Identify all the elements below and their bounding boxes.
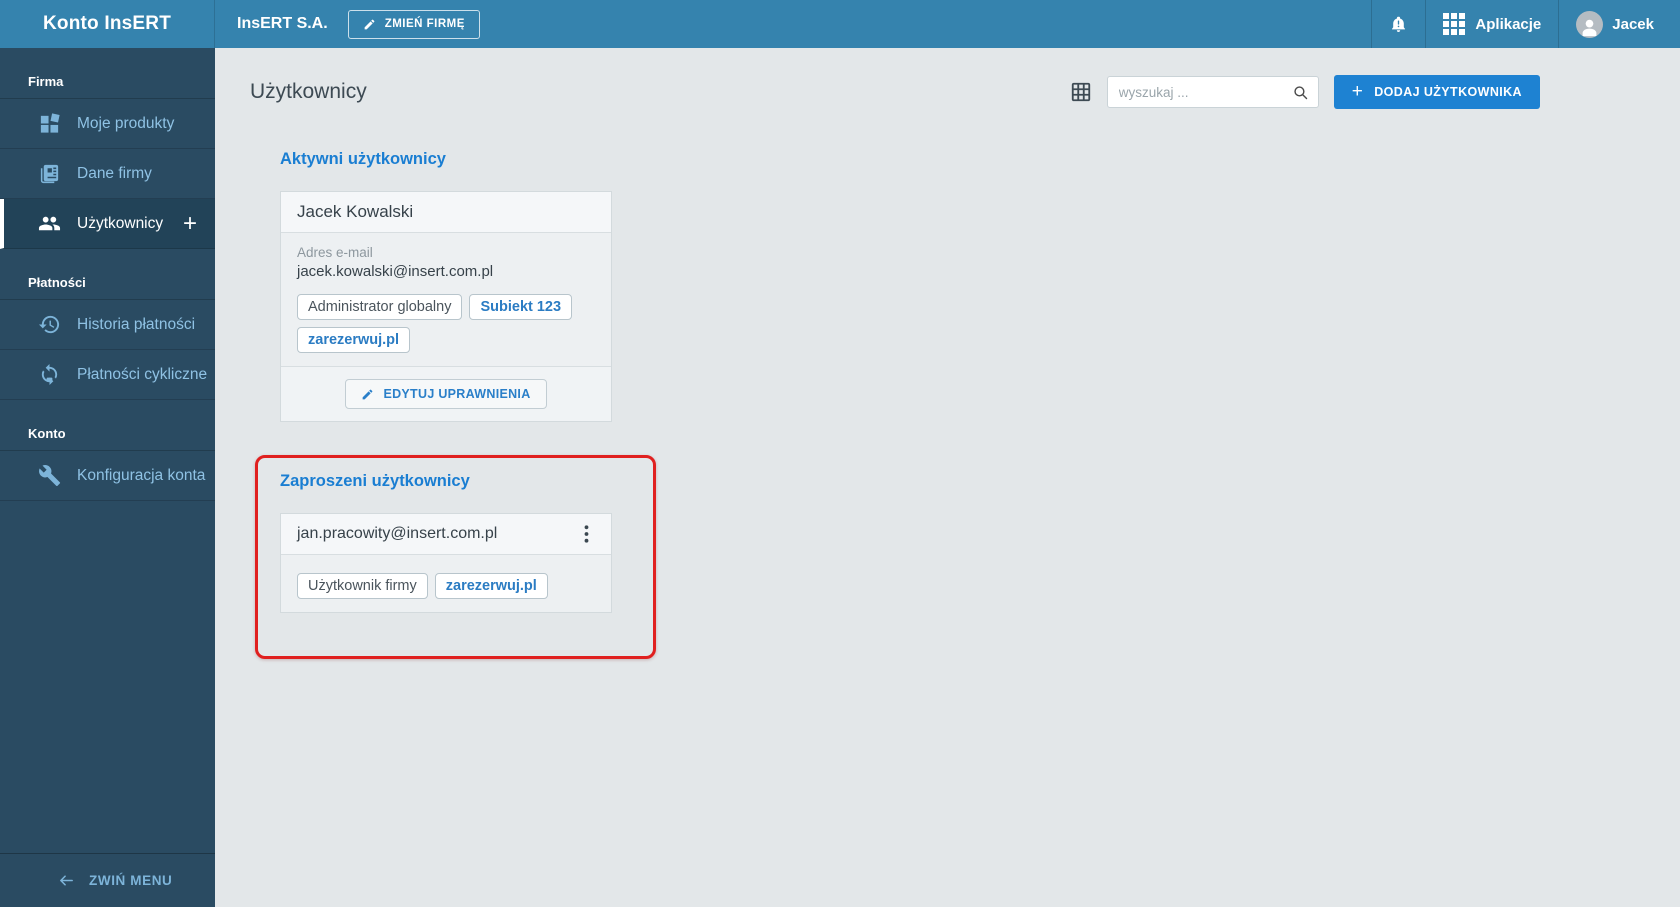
active-user-card: Jacek Kowalski Adres e-mail jacek.kowals…: [280, 191, 612, 422]
sidebar-section-platnosci: Płatności: [0, 249, 215, 300]
sidebar-item-label: Użytkownicy: [77, 214, 164, 232]
company-name: InsERT S.A.: [237, 15, 328, 32]
change-company-label: ZMIEŃ FIRMĘ: [384, 18, 465, 30]
avatar-icon: [1576, 10, 1604, 38]
invited-user-card-body: Użytkownik firmy zarezerwuj.pl: [281, 555, 611, 612]
sidebar-item-historia-platnosci[interactable]: Historia płatności: [0, 300, 215, 350]
bell-icon: [1389, 14, 1408, 35]
apps-grid-icon: [1443, 13, 1466, 35]
badge-administrator-globalny: Administrator globalny: [297, 294, 463, 320]
add-user-plus-icon[interactable]: +: [183, 211, 197, 236]
invited-user-email: jan.pracowity@insert.com.pl: [297, 525, 498, 542]
apps-label: Aplikacje: [1475, 15, 1542, 33]
app-logo: Konto InsERT: [0, 0, 215, 48]
search-box: [1106, 76, 1319, 108]
notifications-button[interactable]: [1371, 0, 1425, 48]
company-data-icon: [38, 162, 61, 185]
user-name: Jacek: [1612, 15, 1654, 33]
sidebar-item-label: Dane firmy: [77, 164, 152, 182]
topbar: Konto InsERT InsERT S.A. ZMIEŃ FIRMĘ Apl…: [0, 0, 1680, 48]
email-label: Adres e-mail: [297, 245, 373, 260]
sidebar-section-firma: Firma: [0, 48, 215, 99]
row-menu-button[interactable]: [577, 525, 595, 543]
badge-zarezerwuj-pl: zarezerwuj.pl: [434, 573, 548, 599]
sidebar-item-uzytkownicy[interactable]: Użytkownicy +: [0, 199, 215, 249]
sidebar-item-label: Historia płatności: [77, 315, 196, 333]
badge-subiekt-123: Subiekt 123: [469, 294, 573, 320]
collapse-menu-label: ZWIŃ MENU: [89, 873, 173, 888]
sidebar-item-label: Płatności cykliczne: [77, 365, 208, 383]
search-icon[interactable]: [1292, 84, 1309, 101]
add-user-label: DODAJ UŻYTKOWNIKA: [1374, 85, 1522, 99]
recurring-payments-icon: [38, 363, 61, 386]
topbar-right: Aplikacje Jacek: [1371, 0, 1680, 48]
active-users-heading: Aktywni użytkownicy: [280, 150, 446, 168]
sidebar-item-label: Moje produkty: [77, 114, 175, 132]
invited-users-heading: Zaproszeni użytkownicy: [280, 472, 470, 490]
search-input[interactable]: [1118, 84, 1292, 100]
plus-icon: +: [1351, 80, 1364, 102]
main-content: Użytkownicy + DODAJ UŻYTKOWNIKA Aktywni …: [215, 48, 1680, 907]
badge-zarezerwuj-pl: zarezerwuj.pl: [297, 327, 411, 353]
change-company-button[interactable]: ZMIEŃ FIRMĘ: [347, 9, 480, 39]
sidebar-item-platnosci-cykliczne[interactable]: Płatności cykliczne: [0, 350, 215, 400]
page-title: Użytkownicy: [250, 80, 367, 103]
sidebar-item-dane-firmy[interactable]: Dane firmy: [0, 149, 215, 199]
users-content: Aktywni użytkownicy Jacek Kowalski Adres…: [280, 150, 612, 613]
active-user-card-body: Adres e-mail jacek.kowalski@insert.com.p…: [281, 233, 611, 366]
active-user-card-header: Jacek Kowalski: [281, 192, 611, 233]
history-icon: [38, 313, 61, 336]
header-controls: + DODAJ UŻYTKOWNIKA: [1070, 75, 1540, 109]
edit-permissions-label: EDYTUJ UPRAWNIENIA: [383, 387, 531, 401]
pencil-icon: [361, 388, 374, 401]
active-user-card-footer: EDYTUJ UPRAWNIENIA: [281, 366, 611, 421]
products-icon: [38, 112, 61, 135]
sidebar: Firma Moje produkty Dane firmy Użytkowni…: [0, 48, 215, 907]
collapse-menu-button[interactable]: ZWIŃ MENU: [0, 853, 215, 907]
pencil-icon: [363, 18, 376, 31]
user-full-name: Jacek Kowalski: [297, 202, 414, 221]
permission-badges: Użytkownik firmy zarezerwuj.pl: [297, 573, 595, 599]
collapse-arrow-icon: [57, 872, 76, 889]
badge-uzytkownik-firmy: Użytkownik firmy: [297, 573, 428, 599]
sidebar-section-konto: Konto: [0, 400, 215, 451]
table-view-icon[interactable]: [1070, 81, 1092, 103]
permission-badges: Administrator globalny Subiekt 123 zarez…: [297, 294, 595, 353]
invited-user-card-header: jan.pracowity@insert.com.pl: [281, 514, 611, 555]
invited-user-card: jan.pracowity@insert.com.pl Użytkownik f…: [280, 513, 612, 613]
user-menu-button[interactable]: Jacek: [1558, 0, 1680, 48]
account-config-icon: [38, 464, 61, 487]
add-user-button[interactable]: + DODAJ UŻYTKOWNIKA: [1333, 75, 1540, 109]
sidebar-item-konfiguracja-konta[interactable]: Konfiguracja konta: [0, 451, 215, 501]
apps-menu-button[interactable]: Aplikacje: [1425, 0, 1558, 48]
sidebar-item-moje-produkty[interactable]: Moje produkty: [0, 99, 215, 149]
main-header: Użytkownicy + DODAJ UŻYTKOWNIKA: [250, 74, 1540, 110]
users-icon: [38, 212, 61, 235]
edit-permissions-button[interactable]: EDYTUJ UPRAWNIENIA: [345, 379, 547, 409]
sidebar-item-label: Konfiguracja konta: [77, 466, 206, 484]
email-value: jacek.kowalski@insert.com.pl: [297, 263, 494, 280]
